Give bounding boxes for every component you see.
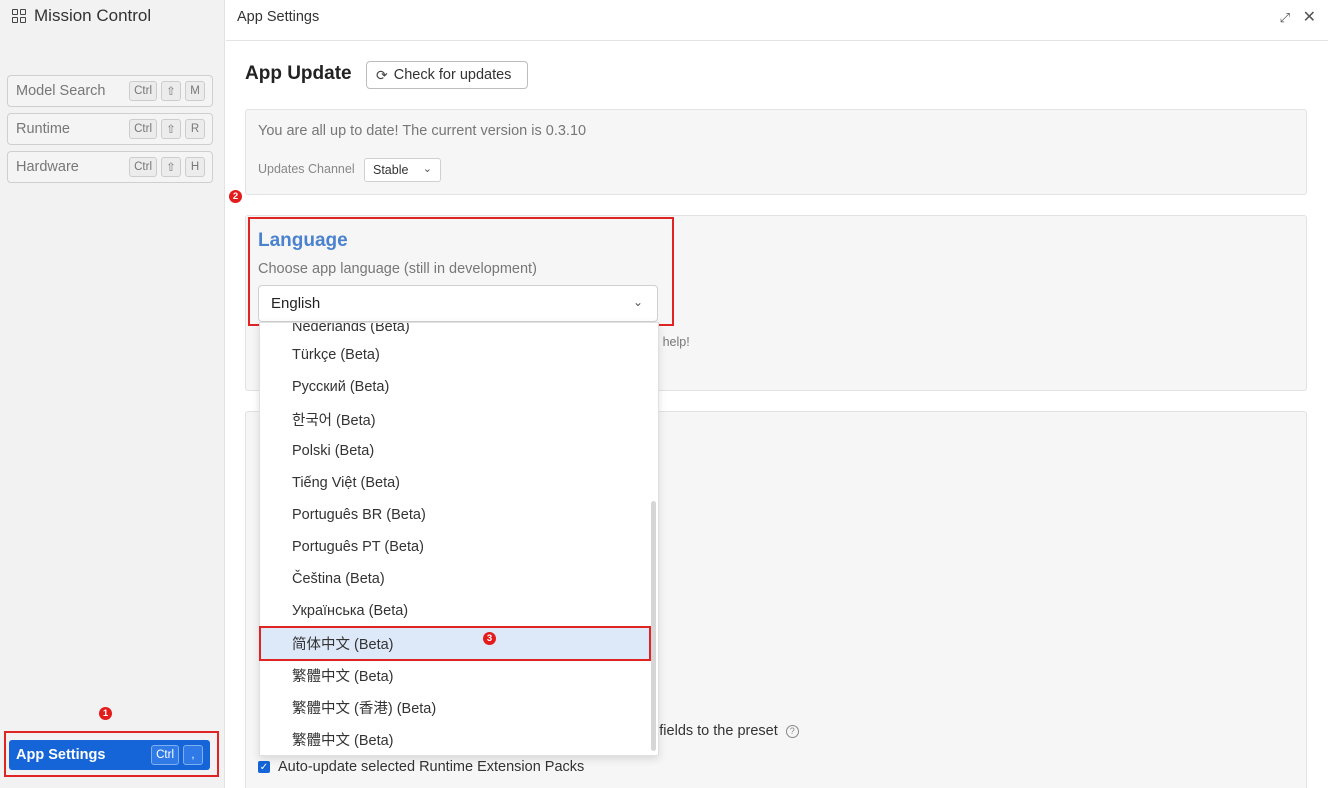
refresh-icon: ⟳	[376, 66, 388, 83]
check-for-updates-button[interactable]: ⟳ Check for updates	[366, 61, 528, 89]
updates-channel-label: Updates Channel	[258, 162, 355, 176]
nav-label: Hardware	[16, 159, 79, 175]
close-icon[interactable]: ✕	[1303, 7, 1316, 27]
auto-update-label: Auto-update selected Runtime Extension P…	[278, 759, 585, 775]
preset-label: v fields to the preset	[648, 723, 778, 739]
app-update-card	[245, 109, 1307, 195]
model-search-button[interactable]: Model Search Ctrl ⇧ M	[7, 75, 213, 107]
annotation-marker-2: 2	[229, 190, 242, 203]
updates-channel-select[interactable]: Stable ⌄	[364, 158, 441, 182]
shortcut-key: ⇧	[161, 157, 181, 177]
annotation-box-1	[4, 731, 219, 777]
shortcut-key: M	[185, 81, 205, 101]
language-option[interactable]: Українська (Beta)	[260, 595, 652, 627]
nav-label: Model Search	[16, 83, 106, 99]
annotation-marker-3: 3	[483, 632, 496, 645]
language-option[interactable]: Русский (Beta)	[260, 371, 652, 403]
shortcut-key: Ctrl	[129, 157, 157, 177]
language-dropdown[interactable]: Nederlands (Beta) Türkçe (Beta) Русский …	[259, 322, 659, 756]
mission-control-header[interactable]: Mission Control	[12, 6, 151, 26]
help-icon[interactable]: ?	[785, 724, 799, 738]
channel-value: Stable	[373, 163, 409, 177]
language-option[interactable]: Polski (Beta)	[260, 435, 652, 467]
language-option[interactable]: Türkçe (Beta)	[260, 339, 652, 371]
annotation-box-2	[248, 217, 674, 326]
nav-label: Runtime	[16, 121, 70, 137]
update-status: You are all up to date! The current vers…	[258, 123, 587, 139]
language-option[interactable]: Tiếng Việt (Beta)	[260, 467, 652, 499]
shortcut-key: ⇧	[161, 119, 181, 139]
language-option[interactable]: 한국어 (Beta)	[260, 403, 652, 435]
language-option[interactable]: Português BR (Beta)	[260, 499, 652, 531]
runtime-button[interactable]: Runtime Ctrl ⇧ R	[7, 113, 213, 145]
language-option[interactable]: 繁體中文 (Beta)	[260, 659, 652, 691]
check-label: Check for updates	[393, 67, 512, 83]
shortcut-key: Ctrl	[129, 81, 157, 101]
expand-icon[interactable]: ⤢	[1280, 10, 1290, 26]
settings-header: App Settings ⤢ ✕	[226, 0, 1328, 41]
grid-icon	[12, 9, 26, 23]
dropdown-scrollbar[interactable]	[651, 501, 656, 751]
shortcut-key: Ctrl	[129, 119, 157, 139]
language-option[interactable]: 繁體中文 (香港) (Beta)	[260, 691, 652, 723]
auto-update-checkbox[interactable]: ✓	[258, 761, 270, 773]
language-option[interactable]: Čeština (Beta)	[260, 563, 652, 595]
app-update-heading: App Update	[245, 63, 352, 84]
annotation-box-3	[259, 626, 651, 661]
page-title: App Settings	[237, 9, 320, 25]
shortcut-key: R	[185, 119, 205, 139]
preset-option: v fields to the preset ?	[648, 723, 799, 739]
language-option[interactable]: 繁體中文 (Beta)	[260, 723, 652, 755]
shortcut-key: H	[185, 157, 205, 177]
hardware-button[interactable]: Hardware Ctrl ⇧ H	[7, 151, 213, 183]
annotation-marker-1: 1	[99, 707, 112, 720]
language-option[interactable]: Português PT (Beta)	[260, 531, 652, 563]
shortcut-key: ⇧	[161, 81, 181, 101]
mission-control-title: Mission Control	[34, 6, 152, 25]
chevron-down-icon: ⌄	[422, 163, 432, 175]
auto-update-row[interactable]: ✓ Auto-update selected Runtime Extension…	[258, 759, 584, 775]
sidebar: Mission Control Model Search Ctrl ⇧ M Ru…	[0, 0, 225, 788]
